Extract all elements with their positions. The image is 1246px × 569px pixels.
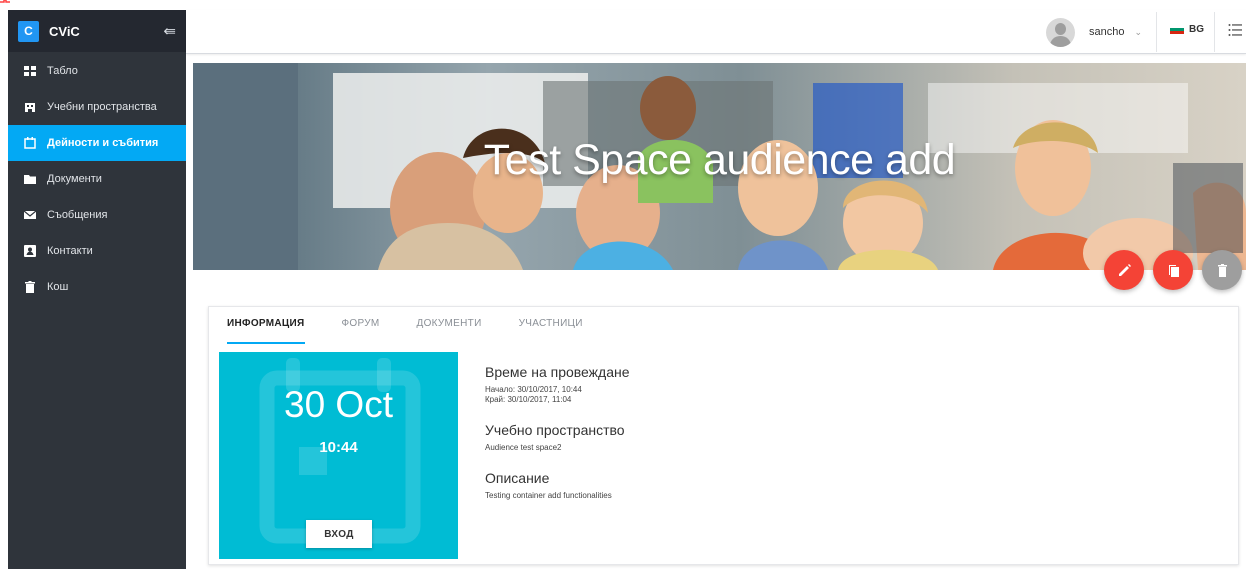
event-banner: Test Space audience add xyxy=(193,63,1246,270)
language-code: BG xyxy=(1189,24,1204,35)
event-details-card: ИНФОРМАЦИЯ ФОРУМ ДОКУМЕНТИ УЧАСТНИЦИ 30 … xyxy=(208,306,1239,565)
tab-documents[interactable]: ДОКУМЕНТИ xyxy=(417,307,482,344)
sidebar-item-label: Контакти xyxy=(47,245,93,257)
copy-button[interactable] xyxy=(1153,250,1193,290)
divider xyxy=(1156,12,1157,52)
folder-icon xyxy=(24,173,36,185)
event-date-tile: 30 Oct 10:44 ВХОД xyxy=(219,352,458,559)
trash-icon xyxy=(24,281,36,293)
enter-button[interactable]: ВХОД xyxy=(306,520,372,548)
language-selector[interactable]: BG xyxy=(1170,24,1204,35)
tab-participants[interactable]: УЧАСТНИЦИ xyxy=(519,307,583,344)
sidebar-item-label: Съобщения xyxy=(47,209,108,221)
brand-logo[interactable]: C xyxy=(18,20,39,42)
corner-mark xyxy=(0,0,10,3)
sidebar: C CViC ⇚ Табло Учебни пространства Дейно… xyxy=(8,10,186,569)
trash-icon xyxy=(1217,263,1227,277)
dashboard-icon xyxy=(24,65,36,77)
event-date: 30 Oct xyxy=(284,384,393,425)
sidebar-nav: Табло Учебни пространства Дейности и съб… xyxy=(8,53,186,305)
start-time: Начало: 30/10/2017, 10:44 xyxy=(485,385,582,394)
end-time: Край: 30/10/2017, 11:04 xyxy=(485,395,572,404)
brand-header: C CViC ⇚ xyxy=(8,10,186,52)
sidebar-item-label: Документи xyxy=(47,173,102,185)
sidebar-item-learning-spaces[interactable]: Учебни пространства xyxy=(8,89,186,125)
user-menu[interactable]: sancho ⌄ xyxy=(1046,17,1142,47)
sidebar-item-messages[interactable]: Съобщения xyxy=(8,197,186,233)
username: sancho xyxy=(1089,26,1125,38)
list-menu-icon[interactable] xyxy=(1228,23,1242,37)
tab-forum[interactable]: ФОРУМ xyxy=(342,307,380,344)
sidebar-item-trash[interactable]: Кош xyxy=(8,269,186,305)
building-icon xyxy=(24,101,36,113)
tab-bar: ИНФОРМАЦИЯ ФОРУМ ДОКУМЕНТИ УЧАСТНИЦИ xyxy=(209,307,1238,344)
page: C CViC ⇚ Табло Учебни пространства Дейно… xyxy=(0,0,1246,569)
topbar: sancho ⌄ BG xyxy=(186,10,1246,54)
description-heading: Описание xyxy=(485,470,550,486)
sidebar-item-label: Учебни пространства xyxy=(47,101,157,113)
learning-space-name: Audience test space2 xyxy=(485,443,562,452)
contact-card-icon xyxy=(24,245,36,257)
chevron-down-icon: ⌄ xyxy=(1134,26,1143,37)
sidebar-item-contacts[interactable]: Контакти xyxy=(8,233,186,269)
event-time: 10:44 xyxy=(319,439,358,456)
bulgarian-flag-icon xyxy=(1170,25,1184,34)
description-text: Testing container add functionalities xyxy=(485,491,612,500)
pencil-icon xyxy=(1118,263,1131,276)
learning-space-heading: Учебно пространство xyxy=(485,422,625,438)
edit-button[interactable] xyxy=(1104,250,1144,290)
time-heading: Време на провеждане xyxy=(485,364,630,380)
event-title: Test Space audience add xyxy=(483,136,956,184)
sidebar-item-label: Табло xyxy=(47,65,78,77)
envelope-icon xyxy=(24,209,36,221)
delete-button[interactable] xyxy=(1202,250,1242,290)
divider xyxy=(1214,12,1215,52)
collapse-sidebar-icon[interactable]: ⇚ xyxy=(163,22,176,40)
tab-information[interactable]: ИНФОРМАЦИЯ xyxy=(227,307,305,344)
sidebar-item-dashboard[interactable]: Табло xyxy=(8,53,186,89)
sidebar-item-label: Кош xyxy=(47,281,69,293)
sidebar-item-activities-events[interactable]: Дейности и събития xyxy=(8,125,186,161)
sidebar-item-documents[interactable]: Документи xyxy=(8,161,186,197)
copy-icon xyxy=(1168,264,1179,277)
calendar-icon xyxy=(24,137,36,149)
sidebar-item-label: Дейности и събития xyxy=(47,137,159,149)
event-info: Време на провеждане Начало: 30/10/2017, … xyxy=(485,364,1085,501)
avatar xyxy=(1046,17,1075,47)
brand-name[interactable]: CViC xyxy=(49,24,163,39)
